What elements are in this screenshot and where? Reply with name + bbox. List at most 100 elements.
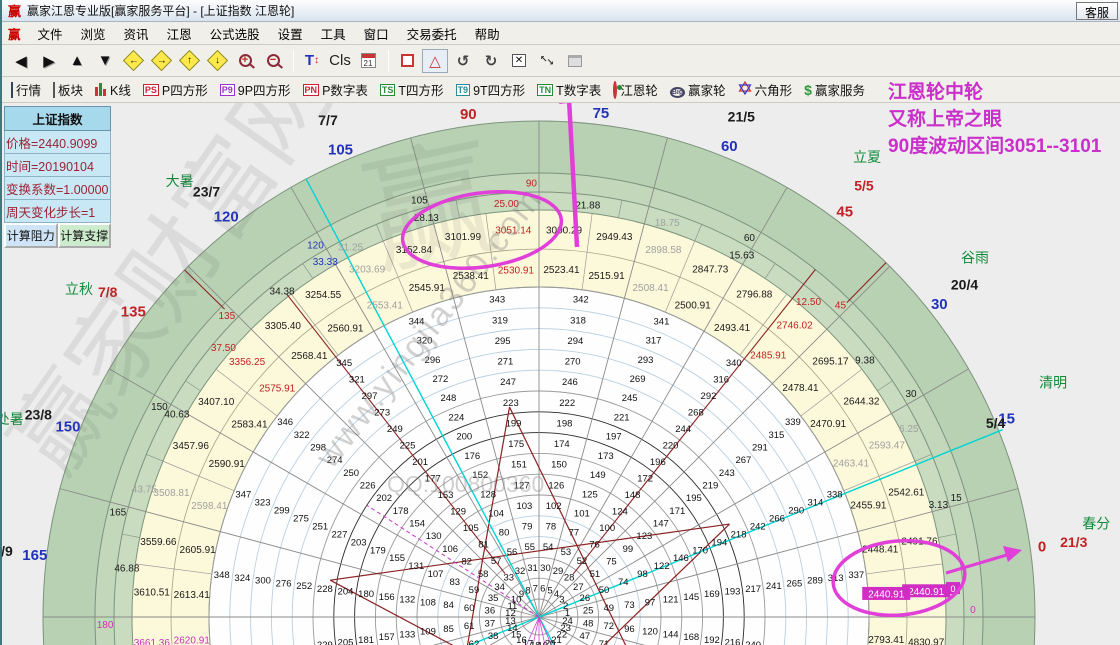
wheel-label: 21/5 [728,108,755,124]
rotate-left-step-icon[interactable]: ← [120,49,146,73]
wheel-label: 37 [485,618,496,629]
menu-item-4[interactable]: 公式选股 [201,26,269,44]
wheel-label: 149 [590,470,606,481]
winner-wheel-icon: Big [670,83,685,97]
view-button-六角形[interactable]: 六角形 [735,79,796,100]
wheel-label: 205 [338,637,354,645]
up-icon[interactable]: ▲ [64,49,90,73]
wheel-label: 79 [522,522,533,533]
menu-item-1[interactable]: 浏览 [72,26,115,44]
wheel-label: 180 [358,589,374,600]
view-button-P数字表[interactable]: PNP数字表 [300,79,371,100]
wheel-label: 240 [745,640,761,645]
wheel-label: 21.88 [575,200,600,211]
menu-item-8[interactable]: 交易委托 [398,26,466,44]
wheel-label: 155 [389,553,405,564]
t-updown-icon[interactable]: T↕ [299,49,325,73]
calc-resistance-button[interactable]: 计算阻力 [4,223,58,248]
wheel-label: 2500.91 [675,300,712,311]
wheel-label: 247 [500,377,516,388]
customer-service-button[interactable]: 客服 [1076,2,1118,20]
wheel-label: 3407.10 [198,397,235,408]
wheel-label: 2695.17 [812,356,849,367]
rotate-cw-icon[interactable]: ↻ [478,49,504,73]
view-button-label: 江恩轮 [620,80,658,99]
center-cross-icon[interactable]: ↖↘ [534,49,560,73]
down-icon[interactable]: ▼ [92,49,118,73]
view-button-赢家轮[interactable]: Big赢家轮 [667,79,729,100]
wheel-label: 193 [725,587,741,598]
wheel-label: 271 [497,357,513,368]
close-box-icon[interactable]: ✕ [506,49,532,73]
prev-icon[interactable]: ◀ [8,49,34,73]
menu-item-0[interactable]: 文件 [29,26,72,44]
wheel-label: 58 [478,569,489,580]
wheel-label: 225 [400,441,416,452]
view-button-K线[interactable]: K线 [92,79,134,100]
wheel-label: 30 [931,296,948,313]
wheel-label: 3610.51 [134,587,171,598]
gann-wheel-canvas[interactable]: 1234567891011121314151617181920212223242… [2,103,1120,645]
blocks-icon [53,83,55,97]
info-row-3: 周天变化步长=1 [4,200,111,223]
calc-support-button[interactable]: 计算支撑 [58,223,112,248]
zoom-out-icon[interactable]: − [260,49,286,73]
wheel-label: 谷雨 [961,250,989,266]
wheel-label: 171 [669,506,685,517]
view-button-P四方形[interactable]: PSP四方形 [140,79,211,100]
step-down-icon[interactable]: ↓ [204,49,230,73]
wheel-label: 75 [593,105,610,122]
rotate-right-step-icon[interactable]: → [148,49,174,73]
wheel-label: 31.25 [338,243,363,254]
menu-item-9[interactable]: 帮助 [466,26,509,44]
wheel-label: 84 [443,600,454,611]
triangle-tool-icon[interactable]: △ [422,49,448,73]
wheel-label: 223 [503,398,519,409]
menu-item-6[interactable]: 工具 [312,26,355,44]
view-button-江恩轮[interactable]: 江恩轮 [610,79,661,100]
view-button-板块[interactable]: 板块 [50,79,86,100]
calendar-icon[interactable]: 21 [355,49,381,73]
highlighted-price: 2440.91 [868,589,905,600]
view-button-T四方形[interactable]: TST四方形 [377,79,447,100]
rotate-ccw-icon[interactable]: ↺ [450,49,476,73]
wheel-label: 291 [752,443,768,454]
wheel-label: 346 [277,417,293,428]
cls-button[interactable]: Cls [327,49,353,73]
P数字表-badge-icon: PN [303,84,320,96]
view-button-9P四方形[interactable]: P99P四方形 [217,79,294,100]
wheel-label: 292 [701,391,717,402]
view-button-赢家服务[interactable]: $赢家服务 [801,79,868,100]
wheel-label: 120 [642,627,658,638]
highlighted-price: 2440.91 [908,587,945,598]
wheel-label: 清明 [1039,375,1067,391]
wheel-label: 4830.97 [908,638,945,645]
menu-item-2[interactable]: 资讯 [115,26,158,44]
wheel-label: 299 [274,505,290,516]
board-icon[interactable] [562,49,588,73]
wheel-label: 107 [428,569,444,580]
wheel-label: 220 [663,441,679,452]
view-button-行情[interactable]: 行情 [8,79,44,100]
view-button-label: 赢家服务 [815,80,865,99]
view-button-T数字表[interactable]: TNT数字表 [534,79,604,100]
wheel-label: 170 [692,545,708,556]
toolbar-separator [293,50,294,72]
wheel-label: 135 [218,311,235,322]
menu-item-5[interactable]: 设置 [269,26,312,44]
square-tool-icon[interactable] [394,49,420,73]
next-icon[interactable]: ▶ [36,49,62,73]
wheel-annotation: 江恩轮中轮 又称上帝之眼 90度波动区间3051--3101 [888,79,1101,160]
menu-item-7[interactable]: 窗口 [355,26,398,44]
zoom-in-icon[interactable]: + [232,49,258,73]
dollar-icon: $ [804,82,812,98]
wheel-label: 348 [214,570,230,581]
wheel-label: 226 [360,481,376,492]
step-up-icon[interactable]: ↑ [176,49,202,73]
view-button-9T四方形[interactable]: T99T四方形 [453,79,529,100]
wheel-label: 96 [624,624,635,635]
wheel-label: 175 [508,439,524,450]
menu-item-3[interactable]: 江恩 [158,26,201,44]
wheel-label: 146 [673,553,689,564]
wheel-label: 269 [630,374,646,385]
